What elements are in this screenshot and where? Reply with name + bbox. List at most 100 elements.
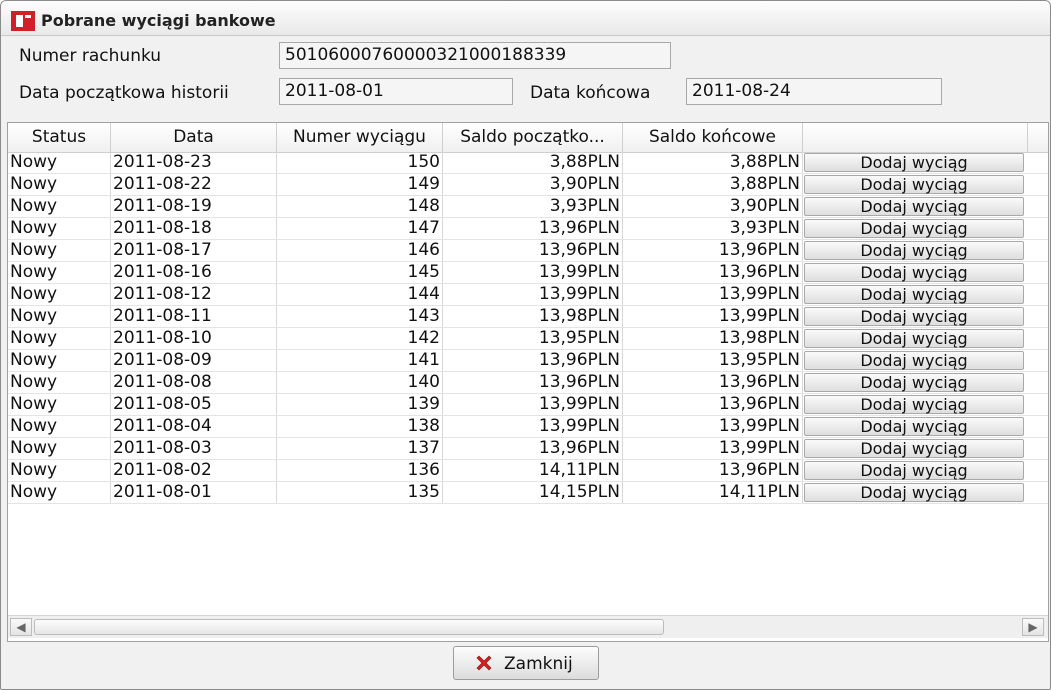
add-statement-button[interactable]: Dodaj wyciąg [804,285,1024,304]
add-statement-button[interactable]: Dodaj wyciąg [804,395,1024,414]
cell-action: Dodaj wyciąg [803,174,1028,195]
scrollbar-thumb[interactable] [34,619,664,635]
cell-opening-balance: 14,15PLN [443,482,623,503]
cell-action: Dodaj wyciąg [803,350,1028,371]
cell-opening-balance: 13,96PLN [443,240,623,261]
cell-opening-balance: 13,99PLN [443,284,623,305]
cell-closing-balance: 13,99PLN [623,438,803,459]
table-row[interactable]: Nowy 2011-08-23 150 3,88PLN 3,88PLN Dodaj wyc… [8,152,1048,174]
table-row[interactable]: Nowy 2011-08-11 143 13,98PLN 13,99PLN Dodaj w… [8,306,1048,328]
close-button-label: Zamknij [504,654,573,674]
cell-opening-balance: 3,93PLN [443,196,623,217]
add-statement-button[interactable]: Dodaj wyciąg [804,439,1024,458]
column-header-status[interactable]: Status [8,123,111,152]
cell-statement-number: 135 [277,482,443,503]
cell-status: Nowy [8,394,111,415]
cell-date: 2011-08-19 [111,196,277,217]
account-number-label: Numer rachunku [19,46,162,66]
add-statement-button[interactable]: Dodaj wyciąg [804,351,1024,370]
cell-closing-balance: 13,96PLN [623,460,803,481]
cell-statement-number: 136 [277,460,443,481]
close-button[interactable]: Zamknij [453,646,599,680]
table-row[interactable]: Nowy 2011-08-05 139 13,99PLN 13,96PLN Dodaj w… [8,394,1048,416]
add-statement-button[interactable]: Dodaj wyciąg [804,197,1024,216]
table-row[interactable]: Nowy 2011-08-19 148 3,93PLN 3,90PLN Dodaj wyc… [8,196,1048,218]
cell-action: Dodaj wyciąg [803,152,1028,173]
table-row[interactable]: Nowy 2011-08-22 149 3,90PLN 3,88PLN Dodaj wyc… [8,174,1048,196]
table-row[interactable]: Nowy 2011-08-04 138 13,99PLN 13,99PLN Dodaj w… [8,416,1048,438]
cell-date: 2011-08-01 [111,482,277,503]
table-row[interactable]: Nowy 2011-08-10 142 13,95PLN 13,98PLN Dodaj w… [8,328,1048,350]
add-statement-button[interactable]: Dodaj wyciąg [804,307,1024,326]
cell-action: Dodaj wyciąg [803,328,1028,349]
cell-action: Dodaj wyciąg [803,284,1028,305]
add-statement-button[interactable]: Dodaj wyciąg [804,263,1024,282]
cell-date: 2011-08-10 [111,328,277,349]
arrow-left-icon[interactable]: ◀ [10,618,32,636]
end-date-field[interactable]: 2011-08-24 [686,78,942,105]
table-body: Nowy 2011-08-23 150 3,88PLN 3,88PLN Dodaj wyc… [8,152,1048,504]
cell-closing-balance: 13,96PLN [623,394,803,415]
table-row[interactable]: Nowy 2011-08-03 137 13,96PLN 13,99PLN Dodaj w… [8,438,1048,460]
table-row[interactable]: Nowy 2011-08-08 140 13,96PLN 13,96PLN Dodaj w… [8,372,1048,394]
statements-table: Status Data Numer wyciągu Saldo początko… [7,122,1049,642]
cell-statement-number: 139 [277,394,443,415]
cell-date: 2011-08-04 [111,416,277,437]
add-statement-button[interactable]: Dodaj wyciąg [804,461,1024,480]
add-statement-button[interactable]: Dodaj wyciąg [804,153,1024,172]
title-bar[interactable]: Pobrane wyciągi bankowe [1,1,1050,36]
cell-closing-balance: 14,11PLN [623,482,803,503]
window-title: Pobrane wyciągi bankowe [41,11,276,30]
cell-date: 2011-08-05 [111,394,277,415]
cell-opening-balance: 13,99PLN [443,416,623,437]
cell-status: Nowy [8,372,111,393]
table-row[interactable]: Nowy 2011-08-18 147 13,96PLN 3,93PLN Dodaj wy… [8,218,1048,240]
cell-status: Nowy [8,262,111,283]
cell-closing-balance: 3,88PLN [623,152,803,173]
cell-date: 2011-08-22 [111,174,277,195]
add-statement-button[interactable]: Dodaj wyciąg [804,417,1024,436]
cell-statement-number: 150 [277,152,443,173]
cell-action: Dodaj wyciąg [803,262,1028,283]
column-header-action[interactable] [803,123,1028,152]
cell-statement-number: 140 [277,372,443,393]
column-header-opening-balance[interactable]: Saldo początko... [443,123,623,152]
add-statement-button[interactable]: Dodaj wyciąg [804,241,1024,260]
table-row[interactable]: Nowy 2011-08-09 141 13,96PLN 13,95PLN Dodaj w… [8,350,1048,372]
table-row[interactable]: Nowy 2011-08-01 135 14,15PLN 14,11PLN Dodaj w… [8,482,1048,504]
arrow-right-icon[interactable]: ▶ [1022,618,1044,636]
table-header: Status Data Numer wyciągu Saldo początko… [8,123,1048,153]
cell-closing-balance: 13,99PLN [623,284,803,305]
table-row[interactable]: Nowy 2011-08-02 136 14,11PLN 13,96PLN Dodaj w… [8,460,1048,482]
cell-status: Nowy [8,284,111,305]
table-row[interactable]: Nowy 2011-08-16 145 13,99PLN 13,96PLN Dodaj w… [8,262,1048,284]
add-statement-button[interactable]: Dodaj wyciąg [804,175,1024,194]
cell-date: 2011-08-02 [111,460,277,481]
cell-opening-balance: 14,11PLN [443,460,623,481]
cell-statement-number: 148 [277,196,443,217]
cell-status: Nowy [8,152,111,173]
horizontal-scrollbar[interactable]: ◀ ▶ [8,615,1048,638]
cell-opening-balance: 13,95PLN [443,328,623,349]
cell-statement-number: 146 [277,240,443,261]
cell-closing-balance: 13,95PLN [623,350,803,371]
cell-opening-balance: 3,90PLN [443,174,623,195]
table-row[interactable]: Nowy 2011-08-12 144 13,99PLN 13,99PLN Dodaj w… [8,284,1048,306]
table-row[interactable]: Nowy 2011-08-17 146 13,96PLN 13,96PLN Dodaj w… [8,240,1048,262]
add-statement-button[interactable]: Dodaj wyciąg [804,329,1024,348]
cell-status: Nowy [8,306,111,327]
start-date-field[interactable]: 2011-08-01 [279,78,513,105]
cell-opening-balance: 13,99PLN [443,262,623,283]
add-statement-button[interactable]: Dodaj wyciąg [804,219,1024,238]
cell-statement-number: 137 [277,438,443,459]
cell-action: Dodaj wyciąg [803,372,1028,393]
column-header-closing-balance[interactable]: Saldo końcowe [623,123,803,152]
add-statement-button[interactable]: Dodaj wyciąg [804,483,1024,502]
column-header-statement-number[interactable]: Numer wyciągu [277,123,443,152]
column-header-date[interactable]: Data [111,123,277,152]
start-date-label: Data początkowa historii [19,83,229,103]
add-statement-button[interactable]: Dodaj wyciąg [804,373,1024,392]
bank-statements-window: Pobrane wyciągi bankowe Numer rachunku 5… [0,0,1051,690]
cell-date: 2011-08-03 [111,438,277,459]
account-number-field[interactable]: 50106000760000321000188339 [279,42,671,69]
